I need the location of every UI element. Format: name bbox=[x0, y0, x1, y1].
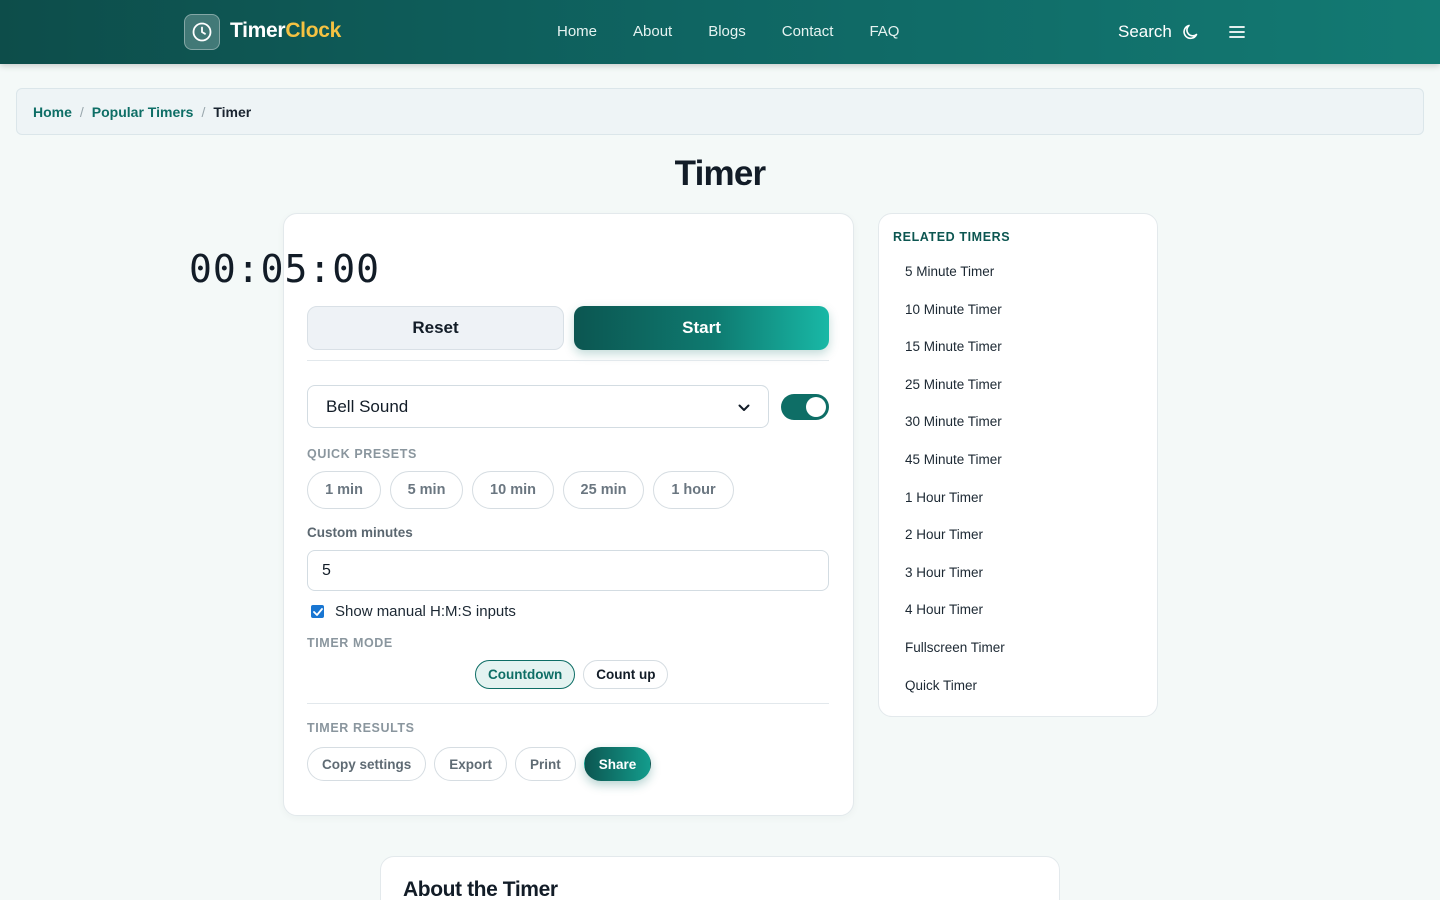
related-timer-link[interactable]: 25 Minute Timer bbox=[905, 375, 1005, 413]
breadcrumb-separator: / bbox=[201, 103, 206, 120]
clock-icon[interactable] bbox=[184, 14, 220, 50]
print-button[interactable]: Print bbox=[515, 747, 576, 781]
related-timer-link[interactable]: 4 Hour Timer bbox=[905, 600, 1005, 638]
sound-select-value: Bell Sound bbox=[326, 396, 409, 416]
related-timer-link[interactable]: 45 Minute Timer bbox=[905, 450, 1005, 488]
quick-presets-label: QUICK PRESETS bbox=[307, 447, 417, 461]
page-title: Timer bbox=[674, 154, 766, 193]
breadcrumb-home[interactable]: Home bbox=[33, 104, 72, 120]
start-button[interactable]: Start bbox=[574, 306, 829, 350]
preset-10-min[interactable]: 10 min bbox=[472, 471, 554, 509]
related-timer-link[interactable]: 5 Minute Timer bbox=[905, 262, 1005, 300]
custom-minutes-label: Custom minutes bbox=[307, 525, 413, 540]
quick-presets: 1 min 5 min 10 min 25 min 1 hour bbox=[307, 471, 734, 509]
logo-part-timer: Timer bbox=[230, 19, 286, 42]
related-timer-link[interactable]: Fullscreen Timer bbox=[905, 638, 1005, 676]
related-timer-link[interactable]: 10 Minute Timer bbox=[905, 300, 1005, 338]
breadcrumb: Home / Popular Timers / Timer bbox=[16, 88, 1424, 135]
divider bbox=[307, 703, 829, 704]
manual-inputs-row: Show manual H:M:S inputs bbox=[311, 603, 516, 620]
related-timer-link[interactable]: 3 Hour Timer bbox=[905, 563, 1005, 601]
logo-text[interactable]: TimerClock bbox=[230, 19, 341, 43]
related-timer-link[interactable]: 30 Minute Timer bbox=[905, 412, 1005, 450]
timer-mode-switch: Countdown Count up bbox=[475, 660, 669, 689]
related-timer-link[interactable]: 1 Hour Timer bbox=[905, 488, 1005, 526]
about-title: About the Timer bbox=[403, 878, 558, 900]
breadcrumb-popular-timers[interactable]: Popular Timers bbox=[92, 104, 194, 120]
timer-mode-label: TIMER MODE bbox=[307, 636, 393, 650]
sound-select[interactable]: Bell Sound bbox=[307, 385, 769, 428]
breadcrumb-separator: / bbox=[79, 103, 84, 120]
related-timers-list: 5 Minute Timer 10 Minute Timer 15 Minute… bbox=[905, 262, 1005, 713]
hamburger-menu-icon[interactable] bbox=[1228, 24, 1246, 45]
sound-toggle[interactable] bbox=[781, 394, 829, 420]
related-timer-link[interactable]: 15 Minute Timer bbox=[905, 337, 1005, 375]
chevron-down-icon bbox=[738, 397, 750, 417]
search-button[interactable]: Search bbox=[1118, 22, 1172, 42]
toggle-knob bbox=[806, 397, 826, 417]
mode-countdown[interactable]: Countdown bbox=[475, 660, 576, 689]
main-nav: Home About Blogs Contact FAQ bbox=[557, 23, 935, 40]
breadcrumb-current: Timer bbox=[213, 103, 252, 120]
site-header: TimerClock Home About Blogs Contact FAQ … bbox=[0, 0, 1440, 64]
related-timer-link[interactable]: Quick Timer bbox=[905, 676, 1005, 714]
preset-1-hour[interactable]: 1 hour bbox=[653, 471, 734, 509]
nav-link-contact[interactable]: Contact bbox=[782, 23, 834, 40]
nav-link-about[interactable]: About bbox=[633, 23, 672, 40]
nav-link-faq[interactable]: FAQ bbox=[869, 23, 899, 40]
timer-results-label: TIMER RESULTS bbox=[307, 721, 415, 735]
timer-display: 00:05:00 bbox=[188, 247, 381, 291]
custom-minutes-input[interactable]: 5 bbox=[307, 550, 829, 591]
logo-part-clock: Clock bbox=[285, 19, 341, 42]
preset-1-min[interactable]: 1 min bbox=[307, 471, 381, 509]
divider bbox=[307, 360, 829, 361]
export-button[interactable]: Export bbox=[434, 747, 508, 781]
moon-icon[interactable] bbox=[1181, 22, 1201, 47]
related-timers-title: RELATED TIMERS bbox=[893, 230, 1011, 244]
nav-link-blogs[interactable]: Blogs bbox=[708, 23, 746, 40]
manual-inputs-checkbox[interactable] bbox=[311, 605, 324, 618]
preset-5-min[interactable]: 5 min bbox=[390, 471, 463, 509]
share-button[interactable]: Share bbox=[583, 747, 652, 781]
copy-settings-button[interactable]: Copy settings bbox=[307, 747, 427, 781]
nav-link-home[interactable]: Home bbox=[557, 23, 597, 40]
manual-inputs-label: Show manual H:M:S inputs bbox=[335, 603, 516, 620]
results-actions: Copy settings Export Print Share bbox=[307, 747, 652, 781]
reset-button[interactable]: Reset bbox=[307, 306, 564, 350]
related-timer-link[interactable]: 2 Hour Timer bbox=[905, 525, 1005, 563]
mode-count-up[interactable]: Count up bbox=[583, 660, 669, 689]
preset-25-min[interactable]: 25 min bbox=[563, 471, 644, 509]
